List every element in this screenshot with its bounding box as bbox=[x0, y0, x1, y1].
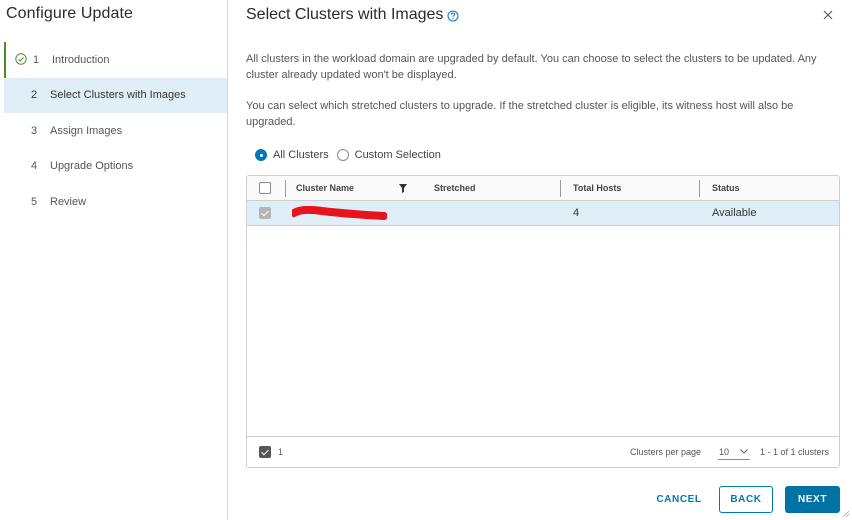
step-label: Select Clusters with Images bbox=[50, 89, 186, 102]
step-label: Upgrade Options bbox=[50, 160, 134, 173]
pagination-range: 1 - 1 of 1 clusters bbox=[760, 447, 830, 457]
column-header-total-hosts[interactable]: Total Hosts bbox=[573, 183, 621, 193]
step-label: Review bbox=[50, 195, 87, 208]
radio-button[interactable] bbox=[336, 149, 349, 161]
selection-count-checkbox bbox=[259, 446, 271, 458]
step-select-clusters[interactable]: 2 Select Clusters with Images bbox=[4, 77, 227, 113]
clusters-datagrid: Cluster Name Stretched Total Hosts Statu… bbox=[246, 175, 840, 468]
chevron-down-icon bbox=[740, 449, 748, 454]
radio-all-clusters[interactable]: All Clusters bbox=[255, 149, 329, 161]
radio-button-checked[interactable] bbox=[255, 149, 267, 161]
step-upgrade-options[interactable]: 4 Upgrade Options bbox=[4, 149, 227, 185]
radio-label: All Clusters bbox=[273, 149, 329, 161]
select-all-checkbox[interactable] bbox=[259, 182, 271, 194]
cell-status: Available bbox=[712, 207, 757, 219]
step-review[interactable]: 5 Review bbox=[4, 184, 227, 220]
cancel-button[interactable]: CANCEL bbox=[648, 486, 710, 513]
step-number: 5 bbox=[31, 195, 38, 208]
resize-grip-icon[interactable] bbox=[843, 511, 849, 517]
step-introduction[interactable]: 1 Introduction bbox=[4, 42, 227, 78]
table-row[interactable]: 4 Available bbox=[247, 201, 839, 226]
back-button[interactable]: BACK bbox=[719, 486, 773, 513]
wizard-steps: 1 Introduction 2 Select Clusters with Im… bbox=[4, 42, 227, 220]
step-number: 4 bbox=[31, 160, 38, 173]
check-circle-icon bbox=[15, 53, 27, 65]
row-checkbox[interactable] bbox=[259, 207, 271, 219]
column-header-stretched[interactable]: Stretched bbox=[434, 183, 476, 193]
step-label: Introduction bbox=[52, 53, 110, 66]
cluster-selection-radio-group: All Clusters Custom Selection bbox=[255, 149, 449, 161]
per-page-label: Clusters per page bbox=[630, 447, 702, 457]
column-separator bbox=[560, 180, 561, 197]
redaction-mark bbox=[292, 206, 387, 220]
step-number: 3 bbox=[31, 124, 38, 137]
page-title: Select Clusters with Images bbox=[246, 6, 444, 23]
datagrid-header: Cluster Name Stretched Total Hosts Statu… bbox=[247, 176, 839, 201]
wizard-title: Configure Update bbox=[6, 5, 134, 22]
filter-icon[interactable] bbox=[399, 184, 407, 193]
step-number: 2 bbox=[31, 89, 38, 102]
description-text: All clusters in the workload domain are … bbox=[246, 53, 817, 81]
column-separator bbox=[699, 180, 700, 197]
page-size-value: 10 bbox=[719, 447, 730, 457]
radio-custom-selection[interactable]: Custom Selection bbox=[336, 149, 441, 161]
step-label: Assign Images bbox=[50, 124, 123, 137]
datagrid-footer: 1 Clusters per page 10 1 - 1 of 1 cluste… bbox=[247, 436, 839, 467]
next-button[interactable]: NEXT bbox=[785, 486, 840, 513]
column-header-cluster-name[interactable]: Cluster Name bbox=[296, 183, 354, 193]
page-size-select[interactable]: 10 bbox=[718, 443, 750, 460]
column-header-status[interactable]: Status bbox=[712, 183, 740, 193]
close-icon[interactable] bbox=[821, 8, 835, 22]
wizard-sidebar: Configure Update 1 Introduction 2 Select… bbox=[0, 0, 228, 520]
question-circle-icon[interactable] bbox=[447, 10, 459, 22]
stretched-cluster-text: You can select which stretched clusters … bbox=[246, 100, 794, 128]
wizard-content: Select Clusters with Images All clusters… bbox=[229, 0, 852, 520]
step-number: 1 bbox=[33, 53, 40, 66]
selected-count: 1 bbox=[278, 447, 284, 457]
radio-label: Custom Selection bbox=[354, 149, 441, 161]
cell-total-hosts: 4 bbox=[573, 207, 580, 219]
step-assign-images[interactable]: 3 Assign Images bbox=[4, 113, 227, 149]
column-separator bbox=[285, 180, 286, 197]
